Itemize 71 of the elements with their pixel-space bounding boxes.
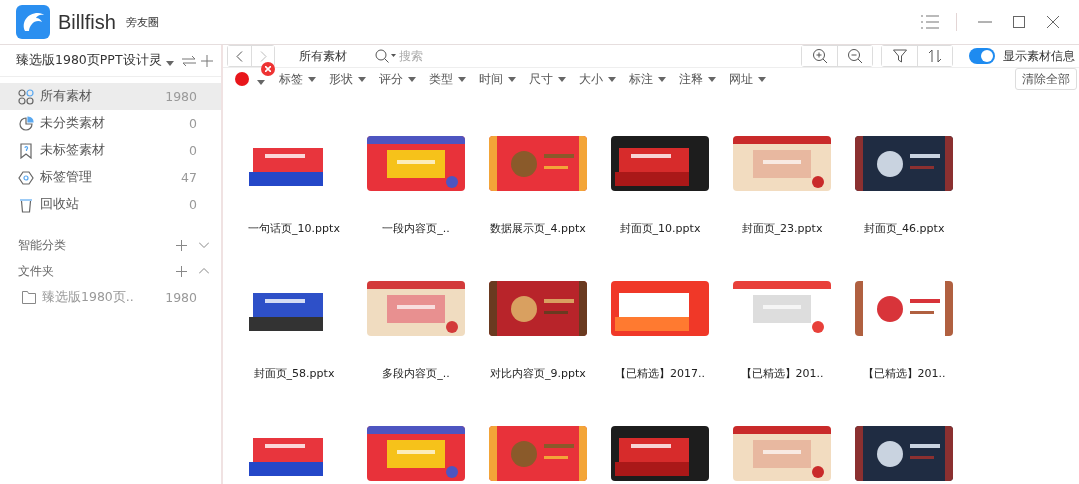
sidebar-item[interactable]: 所有素材 1980 <box>0 83 221 110</box>
file-name: 封面页_23.pptx <box>740 221 824 236</box>
filter-dropdown[interactable]: 网址 <box>729 70 766 88</box>
trash-icon <box>18 196 34 213</box>
forward-button[interactable] <box>251 46 274 66</box>
sort-button[interactable] <box>917 46 952 66</box>
search-icon[interactable] <box>375 49 397 63</box>
sidebar-item[interactable]: 未分类素材 0 <box>0 110 221 137</box>
plus-icon[interactable] <box>201 54 213 67</box>
filter-dropdown[interactable]: 尺寸 <box>529 70 566 88</box>
file-name: 封面页_58.pptx <box>252 366 336 381</box>
caret-icon <box>708 76 716 82</box>
library-name[interactable]: 臻选版1980页PPT设计灵 <box>16 52 162 69</box>
filter-dropdown[interactable]: 时间 <box>479 70 516 88</box>
toggle-label: 显示素材信息 <box>1003 47 1075 65</box>
sidebar-item[interactable]: 未标签素材 0 <box>0 137 221 164</box>
filter-dropdown[interactable]: 类型 <box>429 70 466 88</box>
caret-icon <box>758 76 766 82</box>
filter-dropdown[interactable]: 评分 <box>379 70 416 88</box>
dolphin-logo-icon <box>16 5 50 39</box>
zoom-out-button[interactable] <box>837 46 872 66</box>
section-title: 文件夹 <box>18 263 54 279</box>
plus-icon[interactable] <box>176 265 187 277</box>
zoom-out-icon <box>847 48 863 64</box>
plus-icon[interactable] <box>176 239 187 251</box>
filter-dropdown[interactable]: 标签 <box>279 70 316 88</box>
user-name: 旁友圈 <box>125 14 159 30</box>
caret-icon <box>608 76 616 82</box>
file-name: 数据展示页_4.pptx <box>489 221 587 236</box>
pie-chart-icon <box>18 115 34 132</box>
caret-icon <box>358 76 366 82</box>
file-name: 多段内容页_.. <box>381 366 451 381</box>
file-name: 一段内容页_.. <box>381 221 451 236</box>
caret-icon <box>408 76 416 82</box>
chevron-left-icon <box>236 50 243 62</box>
sidebar-item[interactable]: 标签管理 47 <box>0 164 221 191</box>
caret-icon <box>558 76 566 82</box>
filter-dropdown[interactable]: 大小 <box>579 70 616 88</box>
filter-dropdown[interactable]: 注释 <box>679 70 716 88</box>
file-name: 【已精选】201.. <box>861 366 947 381</box>
file-name: 对比内容页_9.pptx <box>489 366 587 381</box>
hexagon-icon <box>18 169 34 186</box>
folder-icon <box>22 290 36 304</box>
file-name: 【已精选】2017.. <box>614 366 706 381</box>
caret-icon <box>458 76 466 82</box>
color-dot[interactable] <box>235 72 249 86</box>
clear-all-button[interactable]: 清除全部 <box>1015 68 1077 90</box>
bookmark-icon <box>18 142 34 159</box>
file-name: 封面页_10.pptx <box>618 221 702 236</box>
caret-icon <box>508 76 516 82</box>
filter-icon <box>892 49 907 63</box>
filter-dropdown[interactable]: 形状 <box>329 70 366 88</box>
section-title: 智能分类 <box>18 237 66 253</box>
caret-icon <box>658 76 666 82</box>
sort-icon <box>928 49 942 63</box>
file-name: 【已精选】201.. <box>739 366 825 381</box>
chevron-right-icon <box>259 50 267 62</box>
search-field[interactable]: 搜索 <box>397 48 517 64</box>
file-name: 封面页_46.pptx <box>862 221 946 236</box>
caret-icon <box>257 79 265 85</box>
toggle-switch[interactable] <box>969 48 995 64</box>
filter-dropdown[interactable]: 标注 <box>629 70 666 88</box>
grid-icon <box>18 88 34 105</box>
app-name: Billfish <box>58 10 116 34</box>
breadcrumb: 所有素材 <box>299 47 347 65</box>
swap-icon[interactable] <box>181 54 196 67</box>
caret-icon <box>308 76 316 82</box>
caret-icon <box>165 61 174 66</box>
zoom-in-icon <box>811 48 828 64</box>
file-name: 一句话页_10.pptx <box>247 221 341 236</box>
sidebar-item[interactable]: 回收站 0 <box>0 191 221 218</box>
